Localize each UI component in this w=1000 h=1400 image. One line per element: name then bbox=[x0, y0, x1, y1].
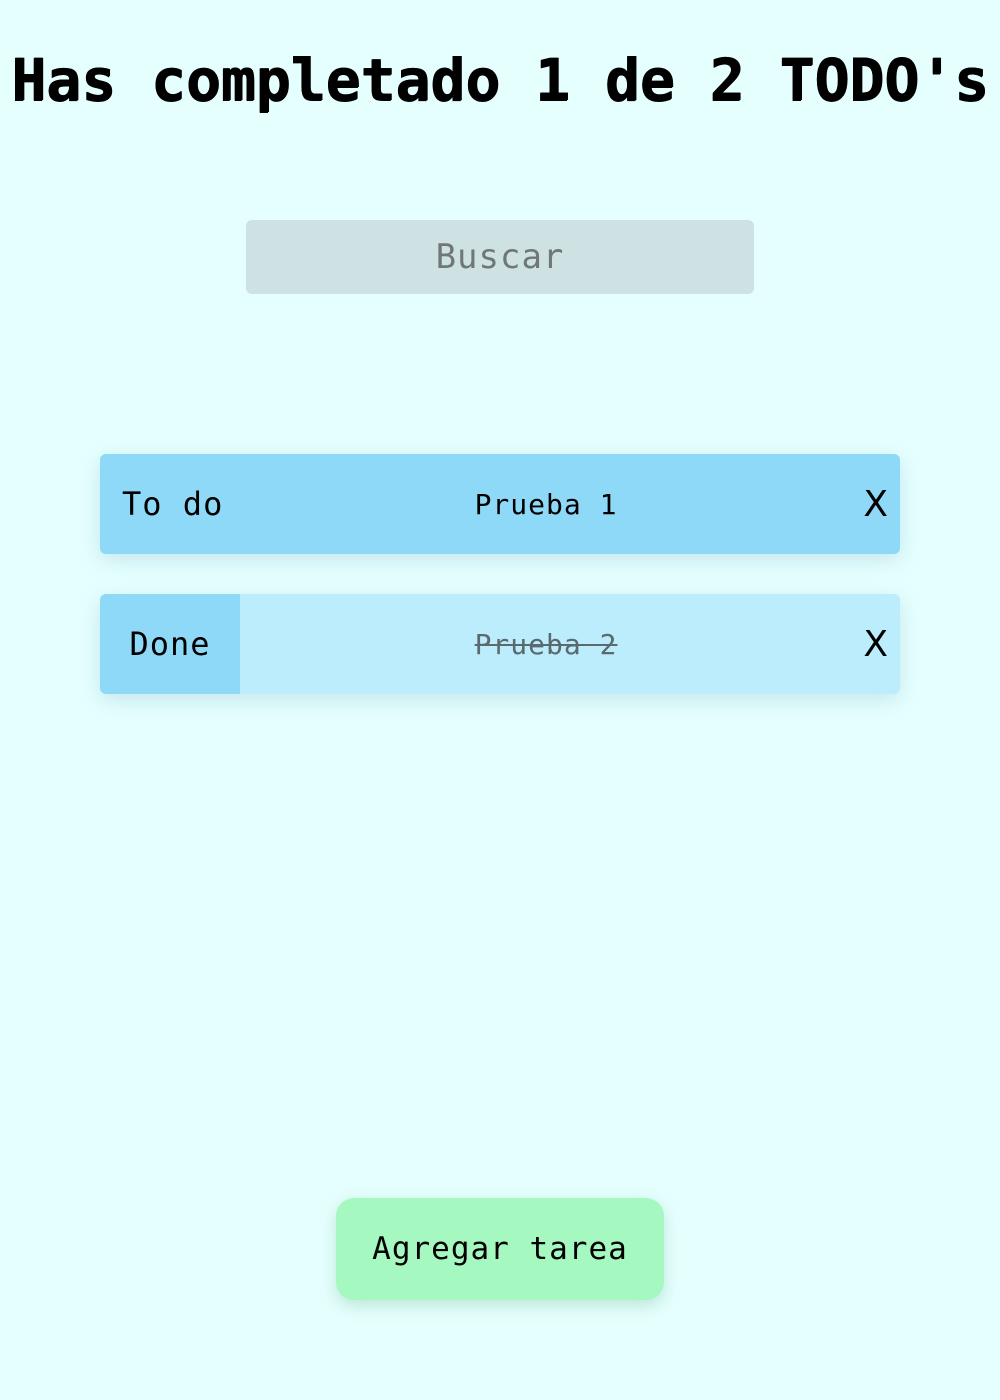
delete-todo-button[interactable]: X bbox=[863, 454, 888, 554]
todo-status-toggle[interactable]: Done bbox=[100, 594, 240, 694]
add-task-button[interactable]: Agregar tarea bbox=[336, 1198, 664, 1300]
todo-status-toggle[interactable]: To do bbox=[100, 454, 240, 554]
todo-item: Done Prueba 2 X bbox=[100, 594, 900, 694]
page-title: Has completado 1 de 2 TODO's bbox=[11, 46, 989, 114]
search-input[interactable] bbox=[246, 220, 754, 294]
todo-item: To do Prueba 1 X bbox=[100, 454, 900, 554]
todo-list: To do Prueba 1 X Done Prueba 2 X bbox=[100, 454, 900, 734]
delete-todo-button[interactable]: X bbox=[863, 594, 888, 694]
